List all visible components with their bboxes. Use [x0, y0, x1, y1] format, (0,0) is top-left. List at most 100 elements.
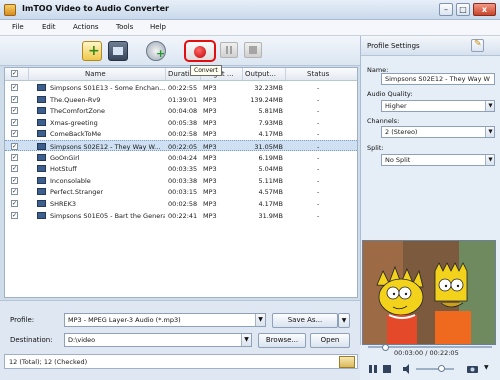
header-output[interactable]: Output... — [245, 70, 276, 78]
pause-button[interactable] — [220, 42, 238, 58]
save-as-dropdown[interactable]: ▼ — [338, 313, 350, 328]
row-checkbox[interactable]: ✓ — [11, 188, 18, 196]
row-name: SHREK3 — [50, 200, 77, 208]
row-duration: 01:39:01 — [168, 95, 198, 104]
row-checkbox[interactable]: ✓ — [11, 84, 18, 91]
log-icon[interactable] — [339, 356, 355, 368]
save-as-button[interactable]: Save As... — [272, 313, 338, 328]
menu-help[interactable]: Help — [150, 23, 166, 31]
table-row[interactable]: ✓ GoOnGirl 00:04:24 MP3 6.19MB - — [5, 152, 357, 163]
header-separator — [285, 68, 286, 80]
video-file-icon — [37, 130, 46, 138]
row-checkbox[interactable]: ✓ — [11, 176, 18, 184]
row-target: MP3 — [203, 211, 217, 220]
row-duration: 00:22:05 — [168, 143, 198, 151]
add-file-icon[interactable] — [82, 41, 102, 61]
snapshot-icon[interactable] — [466, 364, 480, 374]
row-duration: 00:03:38 — [168, 176, 198, 185]
volume-thumb[interactable] — [438, 365, 445, 372]
edit-profile-icon[interactable] — [471, 39, 484, 52]
row-checkbox[interactable]: ✓ — [11, 95, 18, 103]
browse-button[interactable]: Browse... — [258, 333, 306, 348]
seek-thumb[interactable] — [381, 344, 389, 351]
table-row[interactable]: ✓ TheComfortZone 00:04:08 MP3 5.81MB - — [5, 105, 357, 116]
name-field[interactable]: Simpsons S02E12 - They Way W — [381, 73, 495, 85]
convert-button[interactable] — [184, 40, 216, 62]
row-duration: 00:02:58 — [168, 130, 198, 139]
file-list[interactable]: ✓ Name Duration Target ... Output... Sta… — [4, 67, 358, 298]
channels-select[interactable]: 2 (Stereo) ▼ — [381, 126, 495, 138]
row-status: - — [317, 200, 320, 208]
row-checkbox[interactable]: ✓ — [11, 130, 18, 138]
video-file-icon — [37, 188, 46, 196]
video-file-icon — [37, 143, 46, 150]
video-file-icon — [37, 107, 46, 115]
list-header: ✓ Name Duration Target ... Output... Sta… — [5, 68, 357, 81]
row-checkbox[interactable]: ✓ — [11, 200, 18, 207]
menu-actions[interactable]: Actions — [73, 23, 99, 31]
row-target: MP3 — [203, 200, 217, 208]
row-checkbox[interactable]: ✓ — [11, 165, 18, 173]
table-row[interactable]: ✓ HotStuff 00:03:35 MP3 5.04MB - — [5, 163, 357, 174]
row-checkbox[interactable]: ✓ — [11, 153, 18, 161]
row-target: MP3 — [203, 118, 217, 127]
audio-quality-select[interactable]: Higher ▼ — [381, 100, 495, 112]
table-row[interactable]: ✓ Inconsolable 00:03:38 MP3 5.11MB - — [5, 175, 357, 186]
row-status: - — [317, 188, 320, 197]
menu-edit[interactable]: Edit — [42, 23, 56, 31]
table-row[interactable]: ✓ Perfect.Stranger 00:03:15 MP3 4.57MB - — [5, 186, 357, 197]
table-row[interactable]: ✓ Xmas-greeting 00:05:38 MP3 7.93MB - — [5, 117, 357, 128]
open-button[interactable]: Open — [310, 333, 350, 348]
row-status: - — [317, 107, 320, 116]
row-checkbox[interactable]: ✓ — [11, 211, 18, 219]
row-checkbox[interactable]: ✓ — [11, 118, 18, 126]
minimize-button[interactable]: – — [439, 3, 453, 16]
destination-select[interactable]: D:\video ▼ — [64, 333, 252, 347]
volume-slider[interactable] — [416, 365, 454, 372]
video-settings-icon[interactable] — [108, 41, 128, 61]
header-separator — [165, 68, 166, 80]
row-status: - — [317, 176, 320, 185]
stop-button[interactable] — [244, 42, 262, 58]
header-status[interactable]: Status — [307, 70, 329, 78]
row-output: 4.17MB — [258, 200, 283, 208]
stop-icon[interactable] — [382, 364, 392, 374]
channels-value: 2 (Stereo) — [385, 128, 418, 136]
player-controls: ▼ — [360, 359, 500, 380]
row-checkbox[interactable]: ✓ — [11, 107, 18, 115]
video-preview — [362, 240, 496, 345]
table-row[interactable]: ✓ Simpsons S02E12 - They Way W... 00:22:05… — [5, 140, 357, 151]
close-button[interactable]: x — [473, 3, 496, 16]
row-name: Simpsons S01E13 - Some Enchan... — [50, 84, 165, 92]
profile-select[interactable]: MP3 - MPEG Layer-3 Audio (*.mp3) ▼ — [64, 313, 266, 327]
menu-tools[interactable]: Tools — [116, 23, 133, 31]
destination-label: Destination: — [10, 336, 53, 344]
table-row[interactable]: ✓ Simpsons S01E13 - Some Enchan... 00:22:5… — [5, 82, 357, 93]
row-status: - — [317, 130, 320, 139]
profile-settings-title: Profile Settings — [367, 42, 420, 50]
row-target: MP3 — [203, 95, 217, 104]
maximize-button[interactable]: □ — [456, 3, 470, 16]
row-output: 4.17MB — [258, 130, 283, 139]
table-row[interactable]: ✓ SHREK3 00:02:58 MP3 4.17MB - — [5, 198, 357, 209]
split-select[interactable]: No Split ▼ — [381, 154, 495, 166]
header-name[interactable]: Name — [85, 70, 106, 78]
row-duration: 00:03:15 — [168, 188, 198, 197]
select-all-checkbox[interactable]: ✓ — [11, 70, 18, 77]
play-pause-icon[interactable] — [368, 364, 378, 374]
channels-label: Channels: — [367, 117, 400, 125]
video-file-icon — [37, 153, 46, 161]
volume-icon[interactable] — [402, 364, 412, 374]
table-row[interactable]: ✓ The.Queen-Rv9 01:39:01 MP3 139.24MB - — [5, 94, 357, 105]
preview-seek-slider[interactable] — [368, 344, 492, 351]
table-row[interactable]: ✓ ComeBackToMe 00:02:58 MP3 4.17MB - — [5, 128, 357, 139]
row-checkbox[interactable]: ✓ — [11, 143, 18, 150]
row-duration: 00:05:38 — [168, 118, 198, 127]
snapshot-dropdown[interactable]: ▼ — [484, 364, 494, 374]
row-output: 7.93MB — [258, 118, 283, 127]
add-profile-icon[interactable] — [146, 41, 166, 61]
table-row[interactable]: ✓ Simpsons S01E05 - Bart the General 00:22… — [5, 210, 357, 221]
row-target: MP3 — [203, 188, 217, 197]
row-duration: 00:02:58 — [168, 200, 198, 208]
menu-file[interactable]: File — [12, 23, 24, 31]
